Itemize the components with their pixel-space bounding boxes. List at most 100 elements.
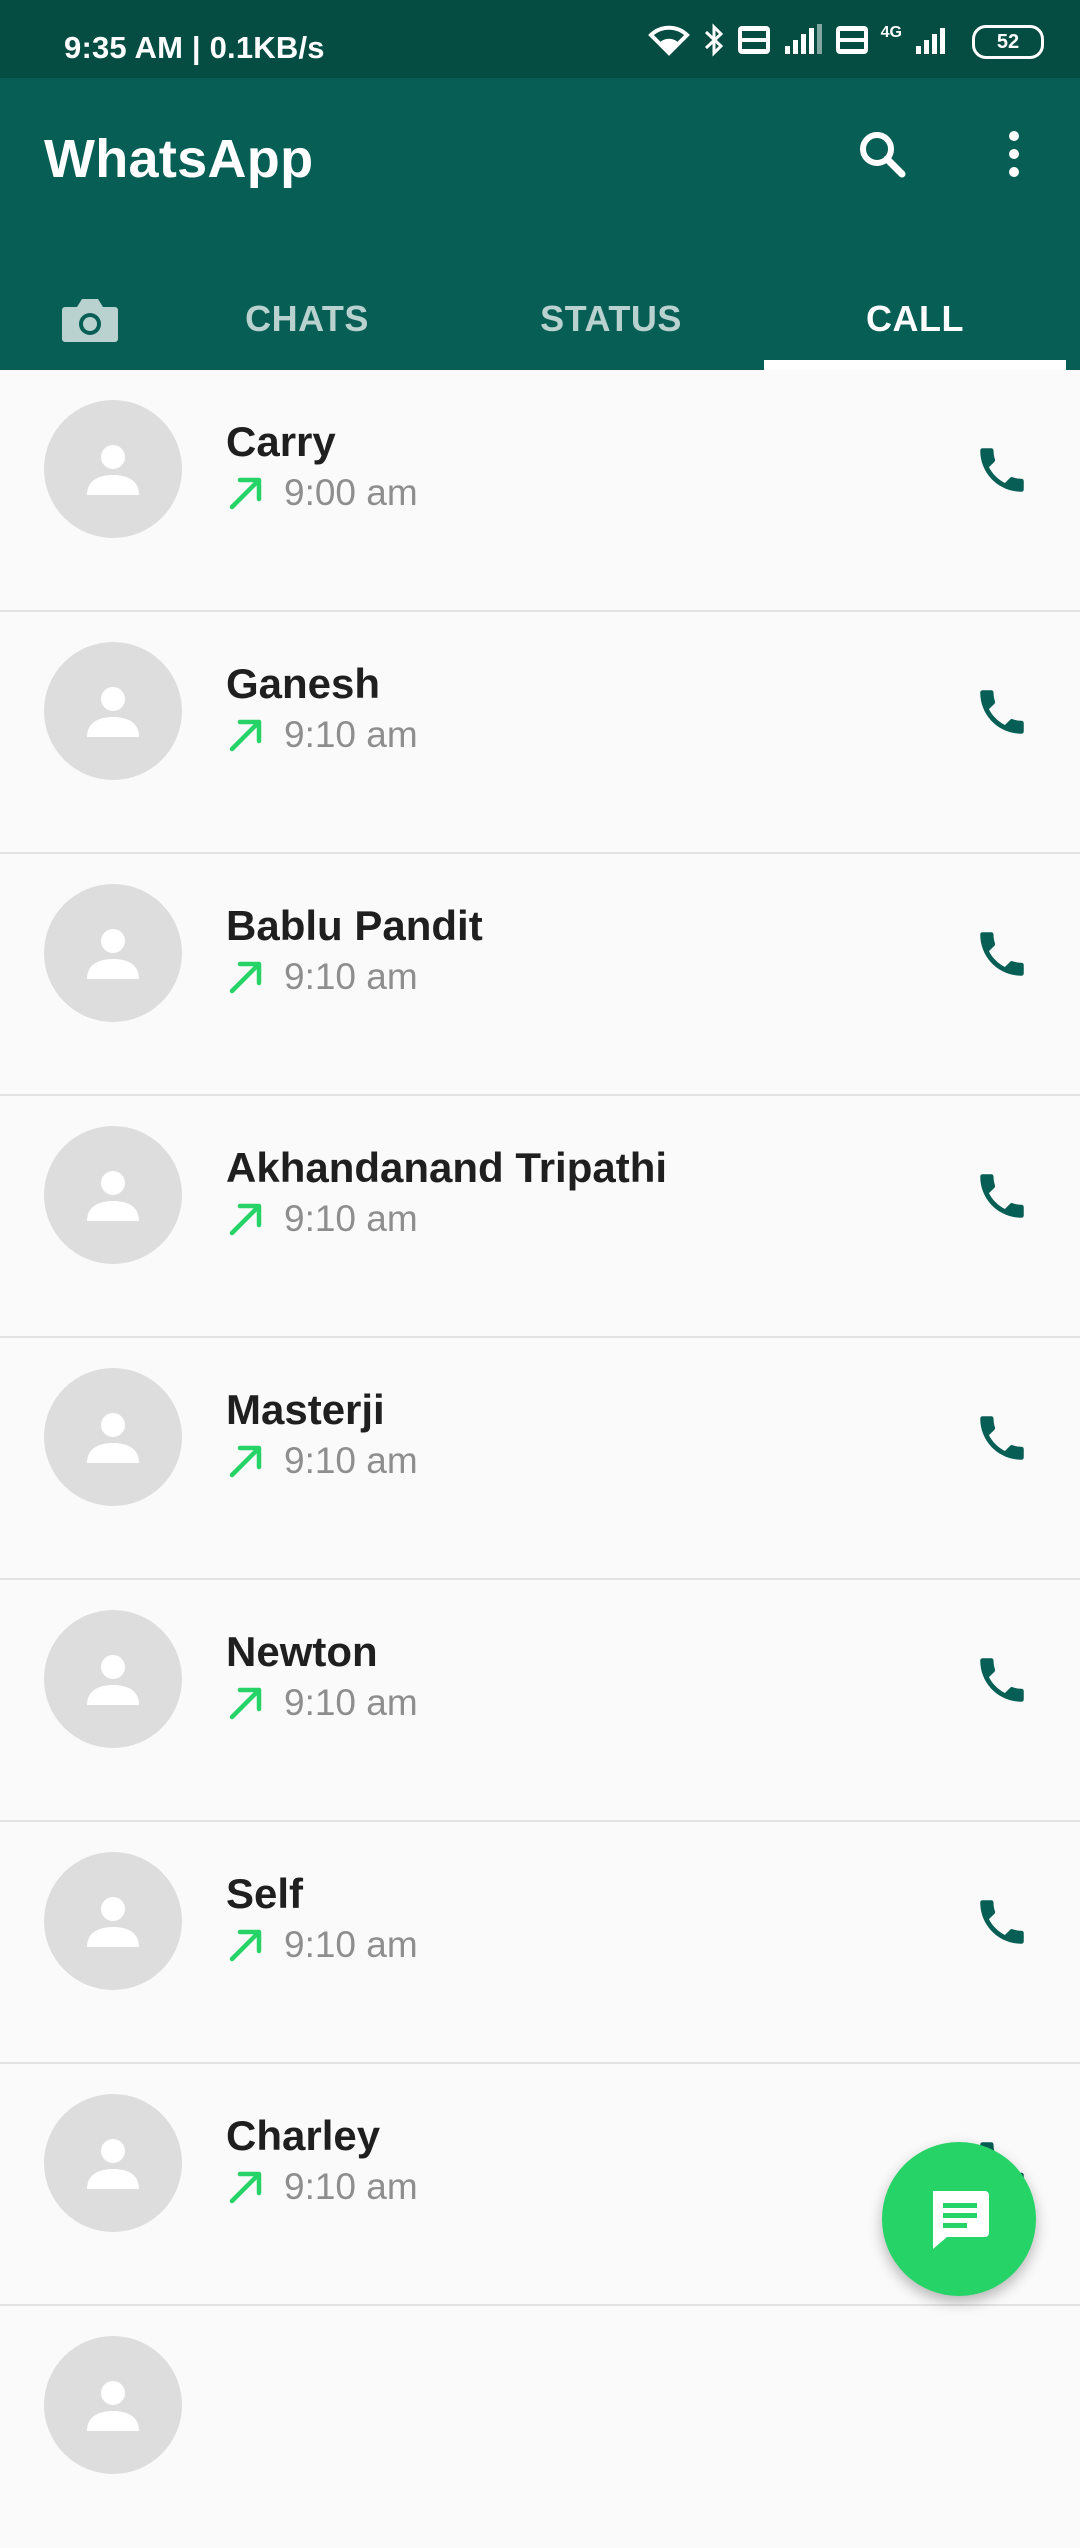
bluetooth-icon [703, 22, 725, 62]
battery-icon: 52 [972, 25, 1044, 59]
call-meta: 9:10 am [226, 2166, 418, 2208]
phone-icon [980, 448, 1024, 492]
call-time: 9:10 am [284, 1682, 418, 1723]
call-button[interactable] [964, 1158, 1040, 1234]
call-time: 9:10 am [284, 714, 418, 755]
call-time: 9:10 am [284, 1440, 418, 1481]
contact-name: Akhandanand Tripathi [226, 1144, 668, 1191]
status-time-speed: 9:35 AM | 0.1KB/s [64, 30, 325, 65]
contact-name: Newton [226, 1628, 378, 1675]
call-time: 9:10 am [284, 956, 418, 997]
default-avatar-icon [87, 929, 139, 979]
default-avatar-icon [87, 1413, 139, 1463]
phone-icon [980, 1658, 1024, 1702]
call-row[interactable]: Masterji 9:10 am [0, 1338, 1080, 1580]
call-meta: 9:00 am [226, 472, 418, 514]
contact-name: Charley [226, 2112, 381, 2159]
phone-icon [980, 1900, 1024, 1944]
active-tab-indicator [764, 360, 1066, 370]
contact-name: Bablu Pandit [226, 902, 483, 949]
more-options-button[interactable] [984, 124, 1044, 184]
tab-status-label: STATUS [540, 298, 682, 339]
call-meta: 9:10 am [226, 1924, 418, 1966]
battery-level: 52 [996, 30, 1020, 53]
contact-name: Masterji [226, 1386, 385, 1433]
call-meta: 9:10 am [226, 956, 418, 998]
call-button[interactable] [964, 674, 1040, 750]
status-bar: 9:35 AM | 0.1KB/s 4G 52 [0, 0, 1080, 78]
default-avatar-icon [87, 687, 139, 737]
volte-icon [737, 25, 771, 60]
contact-name: Carry [226, 418, 336, 465]
call-meta: 9:10 am [226, 1682, 418, 1724]
outgoing-arrow-icon [229, 1929, 262, 1962]
camera-icon [62, 299, 118, 342]
avatar[interactable] [44, 884, 182, 1022]
outgoing-arrow-icon [229, 961, 262, 994]
wifi-icon [647, 23, 691, 62]
tab-call[interactable]: CALL [764, 268, 1066, 370]
avatar[interactable] [44, 1610, 182, 1748]
call-button[interactable] [964, 916, 1040, 992]
call-time: 9:00 am [284, 472, 418, 513]
phone-icon [980, 1416, 1024, 1460]
call-button[interactable] [964, 1642, 1040, 1718]
outgoing-arrow-icon [229, 1687, 262, 1720]
default-avatar-icon [87, 1171, 139, 1221]
avatar[interactable] [44, 1852, 182, 1990]
default-avatar-icon [87, 2381, 139, 2431]
avatar[interactable] [44, 400, 182, 538]
more-vert-icon [1009, 131, 1019, 177]
call-row[interactable]: Akhandanand Tripathi 9:10 am [0, 1096, 1080, 1338]
new-chat-fab[interactable] [882, 2142, 1036, 2296]
app-title: WhatsApp [44, 129, 314, 189]
status-icons: 4G 52 [647, 22, 1044, 62]
call-row[interactable]: Self 9:10 am [0, 1822, 1080, 2064]
avatar[interactable] [44, 2094, 182, 2232]
signal-icon [914, 24, 954, 61]
tab-camera[interactable] [40, 268, 140, 370]
default-avatar-icon [87, 445, 139, 495]
outgoing-arrow-icon [229, 2171, 262, 2204]
network-type-label: 4G [880, 24, 902, 41]
default-avatar-icon [87, 2139, 139, 2189]
call-button[interactable] [964, 1400, 1040, 1476]
call-row[interactable] [0, 2306, 1080, 2548]
default-avatar-icon [87, 1897, 139, 1947]
call-button[interactable] [964, 1884, 1040, 1960]
avatar[interactable] [44, 1368, 182, 1506]
call-meta: 9:10 am [226, 714, 418, 756]
tab-chats[interactable]: CHATS [156, 268, 458, 370]
call-row[interactable]: Newton 9:10 am [0, 1580, 1080, 1822]
outgoing-arrow-icon [229, 719, 262, 752]
new-chat-icon [933, 2191, 989, 2249]
avatar[interactable] [44, 642, 182, 780]
search-icon [860, 132, 906, 178]
avatar[interactable] [44, 2336, 182, 2474]
contact-name: Self [226, 1870, 304, 1917]
call-time: 9:10 am [284, 1198, 418, 1239]
call-time: 9:10 am [284, 2166, 418, 2207]
phone-icon [980, 932, 1024, 976]
phone-icon [980, 690, 1024, 734]
phone-icon [980, 1174, 1024, 1218]
signal-icon [783, 23, 823, 61]
tab-bar: CHATS STATUS CALL [0, 268, 1080, 370]
call-row[interactable]: Ganesh 9:10 am [0, 612, 1080, 854]
call-meta: 9:10 am [226, 1440, 418, 1482]
outgoing-arrow-icon [229, 477, 262, 510]
tab-call-label: CALL [866, 298, 964, 339]
volte-icon [835, 25, 869, 60]
avatar[interactable] [44, 1126, 182, 1264]
tab-status[interactable]: STATUS [460, 268, 762, 370]
call-row[interactable]: Bablu Pandit 9:10 am [0, 854, 1080, 1096]
app-bar: WhatsApp CHATS STATUS CALL [0, 78, 1080, 370]
call-row[interactable]: Carry 9:00 am [0, 370, 1080, 612]
search-button[interactable] [852, 124, 912, 184]
default-avatar-icon [87, 1655, 139, 1705]
tab-chats-label: CHATS [245, 298, 369, 339]
contact-name: Ganesh [226, 660, 381, 707]
outgoing-arrow-icon [229, 1203, 262, 1236]
call-button[interactable] [964, 432, 1040, 508]
call-time: 9:10 am [284, 1924, 418, 1965]
